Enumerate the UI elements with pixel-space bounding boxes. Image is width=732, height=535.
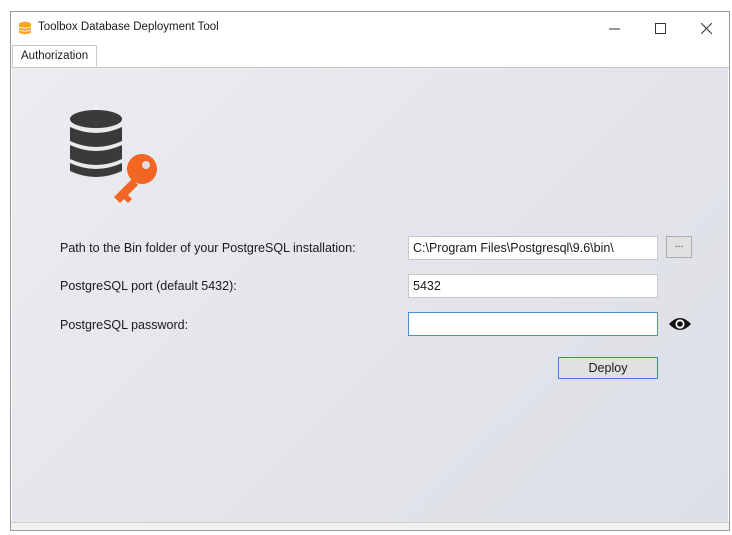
bin-path-field[interactable] [408,236,658,260]
status-bar [11,522,729,530]
browse-button[interactable]: ... [666,236,692,258]
window-title: Toolbox Database Deployment Tool [38,21,219,33]
port-label: PostgreSQL port (default 5432): [60,279,237,293]
tab-authorization[interactable]: Authorization [12,45,98,67]
tab-strip: Authorization [11,45,729,68]
app-window: Toolbox Database Deployment Tool Authori… [10,11,730,531]
port-field[interactable] [408,274,658,298]
minimize-icon [608,28,620,29]
eye-icon[interactable] [668,316,692,332]
deploy-button[interactable]: Deploy [558,357,658,379]
database-app-icon [18,21,32,35]
database-key-icon [70,110,157,203]
close-icon [700,22,712,34]
authorization-panel: Path to the Bin folder of your PostgreSQ… [12,68,728,524]
password-field[interactable] [408,312,658,336]
close-button[interactable] [683,12,729,44]
password-label: PostgreSQL password: [60,318,189,332]
maximize-icon [654,22,666,34]
maximize-button[interactable] [637,12,683,44]
title-bar[interactable]: Toolbox Database Deployment Tool [11,12,729,44]
bin-path-label: Path to the Bin folder of your PostgreSQ… [60,241,356,255]
minimize-button[interactable] [591,12,637,44]
